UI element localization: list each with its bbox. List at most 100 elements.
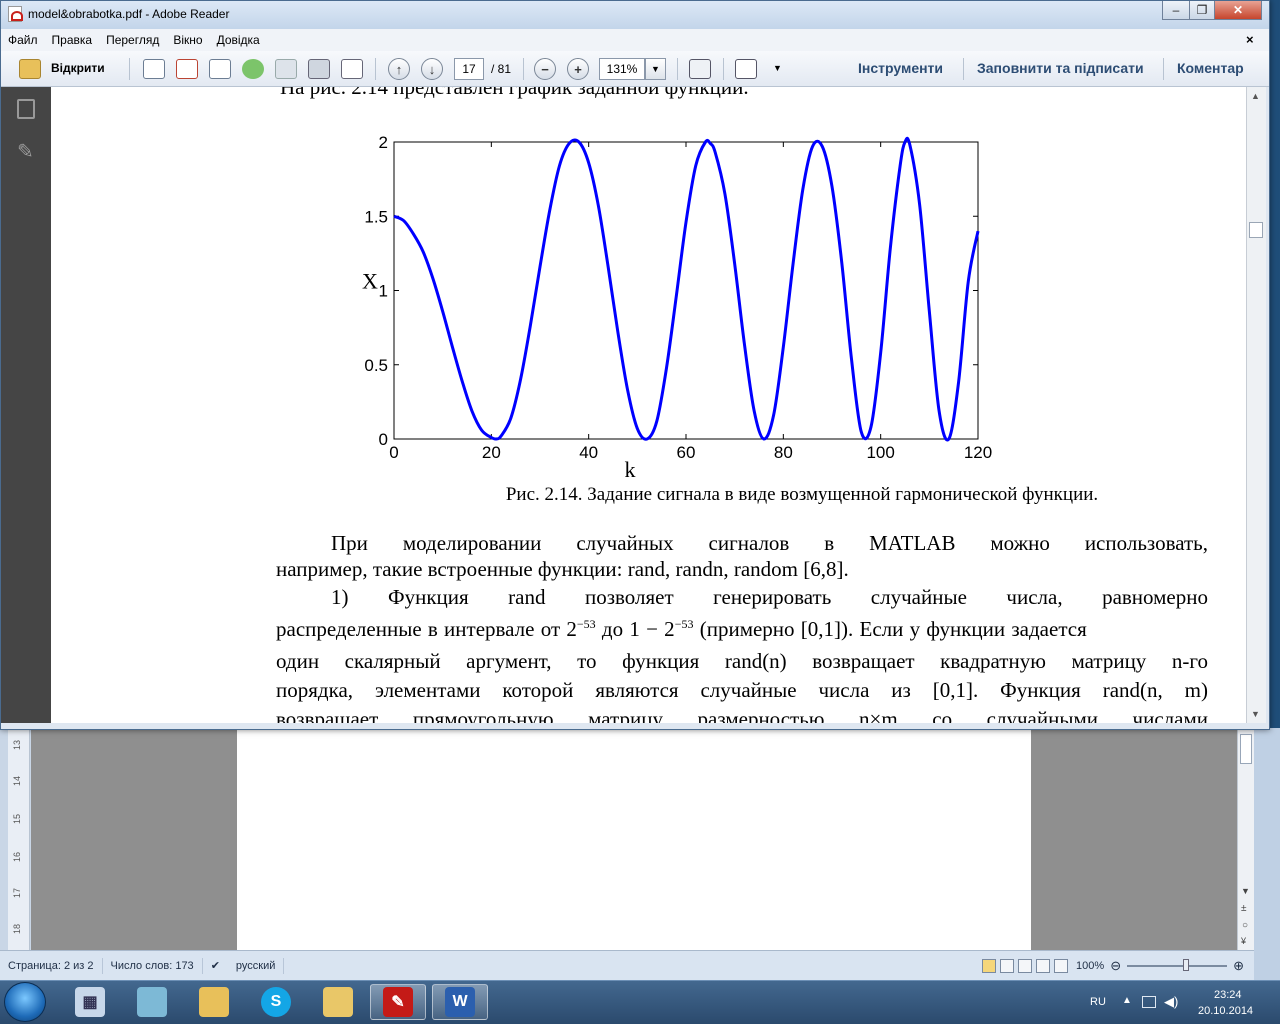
system-tray: RU ▲ ◀) 23:24 20.10.2014 (1080, 984, 1280, 1020)
pdf-page[interactable]: На рис. 2.14 представлен график заданной… (51, 87, 1246, 723)
x-tick-label: 120 (964, 443, 992, 462)
toolbar-separator (677, 58, 678, 80)
print-layout-icon[interactable] (982, 958, 997, 973)
scroll-down-icon[interactable]: ▼ (1251, 709, 1260, 719)
zoom-out-icon[interactable]: ⊖ (1110, 958, 1121, 974)
zoom-out-button[interactable]: − (534, 58, 556, 80)
taskbar-adobe-reader[interactable]: ✎ (370, 984, 426, 1020)
zoom-in-button[interactable]: + (567, 58, 589, 80)
zoom-slider-thumb[interactable] (1183, 958, 1190, 971)
y-tick-label: 1.5 (364, 207, 388, 226)
zoom-slider[interactable] (1127, 958, 1228, 971)
zoom-dropdown-icon[interactable]: ▼ (645, 58, 666, 80)
start-button[interactable] (4, 982, 46, 1022)
upload-icon[interactable] (242, 59, 264, 79)
x-tick-label: 100 (866, 443, 894, 462)
menu-edit[interactable]: Правка (45, 33, 100, 47)
maximize-button[interactable]: ❐ (1189, 1, 1215, 20)
folder-icon (323, 987, 353, 1017)
navigation-pane: ✎ (1, 87, 51, 723)
toolbar-overflow-icon[interactable]: ▼ (773, 63, 782, 73)
menu-view[interactable]: Перегляд (99, 33, 166, 47)
minimize-button[interactable]: – (1162, 1, 1190, 20)
x-tick-label: 40 (579, 443, 598, 462)
y-axis-label: X (362, 269, 378, 294)
next-page-icon[interactable]: ¥ (1241, 936, 1246, 946)
x-tick-label: 60 (677, 443, 696, 462)
tools-pane-link[interactable]: Інструменти (858, 60, 943, 76)
word-page[interactable] (237, 728, 1031, 950)
zoom-level[interactable]: 100% (1070, 960, 1110, 972)
y-tick-label: 1 (379, 282, 388, 301)
open-folder-icon[interactable] (19, 59, 41, 79)
toolbar-separator (375, 58, 376, 80)
prev-page-icon[interactable]: ± (1241, 903, 1247, 914)
outline-icon[interactable] (1036, 958, 1051, 973)
fit-page-icon[interactable] (689, 59, 711, 79)
close-document-icon[interactable]: × (1246, 32, 1254, 47)
scroll-up-icon[interactable]: ▲ (1251, 91, 1260, 101)
toolbar-separator (129, 58, 130, 80)
menu-help[interactable]: Довідка (210, 33, 267, 47)
print-icon[interactable] (308, 59, 330, 79)
language-indicator[interactable]: RU (1090, 996, 1106, 1008)
full-screen-reading-icon[interactable] (1000, 958, 1015, 973)
draft-icon[interactable] (1054, 958, 1069, 973)
save-icon[interactable] (275, 59, 297, 79)
previous-page-button[interactable]: ↑ (388, 58, 410, 80)
scroll-thumb[interactable] (1249, 222, 1263, 238)
spellcheck-icon[interactable]: ✔ (203, 958, 228, 974)
page-thumbnails-icon[interactable] (17, 99, 35, 119)
x-tick-label: 80 (774, 443, 793, 462)
web-layout-icon[interactable] (1018, 958, 1033, 973)
page-number-input[interactable]: 17 (454, 58, 484, 80)
x-axis-label: k (625, 457, 636, 482)
zoom-in-icon[interactable]: ⊕ (1233, 958, 1244, 974)
taskbar-skype[interactable]: S (248, 984, 304, 1020)
paragraph-line: например, такие встроенные функции: rand… (276, 557, 849, 581)
text-run: (примерно [0,1]). Если у функции задаетс… (693, 617, 1087, 641)
page-total: / 81 (491, 62, 512, 76)
plot-frame (393, 141, 979, 440)
vertical-scrollbar[interactable]: ▲ ▼ (1246, 87, 1266, 723)
attachments-icon[interactable]: ✎ (17, 139, 34, 164)
text-run: распределенные в интервале от 2 (276, 617, 577, 641)
status-word-count[interactable]: Число слов: 173 (103, 957, 203, 974)
fill-sign-pane-link[interactable]: Заповнити та підписати (977, 60, 1144, 76)
toolbar-separator (963, 58, 964, 80)
create-pdf-icon[interactable] (143, 59, 165, 79)
taskbar-word[interactable]: W (432, 984, 488, 1020)
taskbar-explorer[interactable] (310, 984, 366, 1020)
taskbar-paint[interactable] (186, 984, 242, 1020)
browse-object-icon[interactable]: ○ (1242, 920, 1248, 931)
comment-pane-link[interactable]: Коментар (1177, 60, 1244, 76)
edit-pdf-icon[interactable] (209, 59, 231, 79)
taskbar-notepad[interactable] (124, 984, 180, 1020)
email-icon[interactable] (341, 59, 363, 79)
x-tick-label: 0 (389, 443, 398, 462)
close-button[interactable]: ✕ (1214, 1, 1262, 20)
word-vertical-scrollbar[interactable]: ▼ ± ○ ¥ (1237, 728, 1254, 950)
status-page[interactable]: Страница: 2 из 2 (0, 957, 103, 974)
volume-icon[interactable]: ◀) (1164, 994, 1178, 1010)
menu-file[interactable]: Файл (1, 33, 45, 47)
export-pdf-icon[interactable] (176, 59, 198, 79)
status-language[interactable]: русский (228, 957, 285, 974)
clock-time[interactable]: 23:24 (1214, 989, 1242, 1001)
taskbar-calculator[interactable]: ▦ (62, 984, 118, 1020)
network-icon[interactable] (1142, 996, 1156, 1008)
word-scroll-thumb[interactable] (1240, 734, 1252, 764)
word-status-bar: Страница: 2 из 2 Число слов: 173 ✔ русск… (0, 950, 1254, 980)
zoom-input[interactable]: 131% (599, 58, 645, 80)
scroll-down-icon[interactable]: ▼ (1241, 886, 1250, 896)
fullscreen-icon[interactable] (735, 59, 757, 79)
clock-date[interactable]: 20.10.2014 (1198, 1005, 1253, 1017)
text-run: до 1 − 2 (595, 617, 675, 641)
next-page-button[interactable]: ↓ (421, 58, 443, 80)
open-button[interactable]: Відкрити (51, 61, 105, 75)
series-line (393, 136, 980, 442)
show-hidden-icons-icon[interactable]: ▲ (1122, 995, 1132, 1006)
pdf-file-icon (8, 6, 23, 22)
menu-window[interactable]: Вікно (166, 33, 209, 47)
paint-icon (199, 987, 229, 1017)
